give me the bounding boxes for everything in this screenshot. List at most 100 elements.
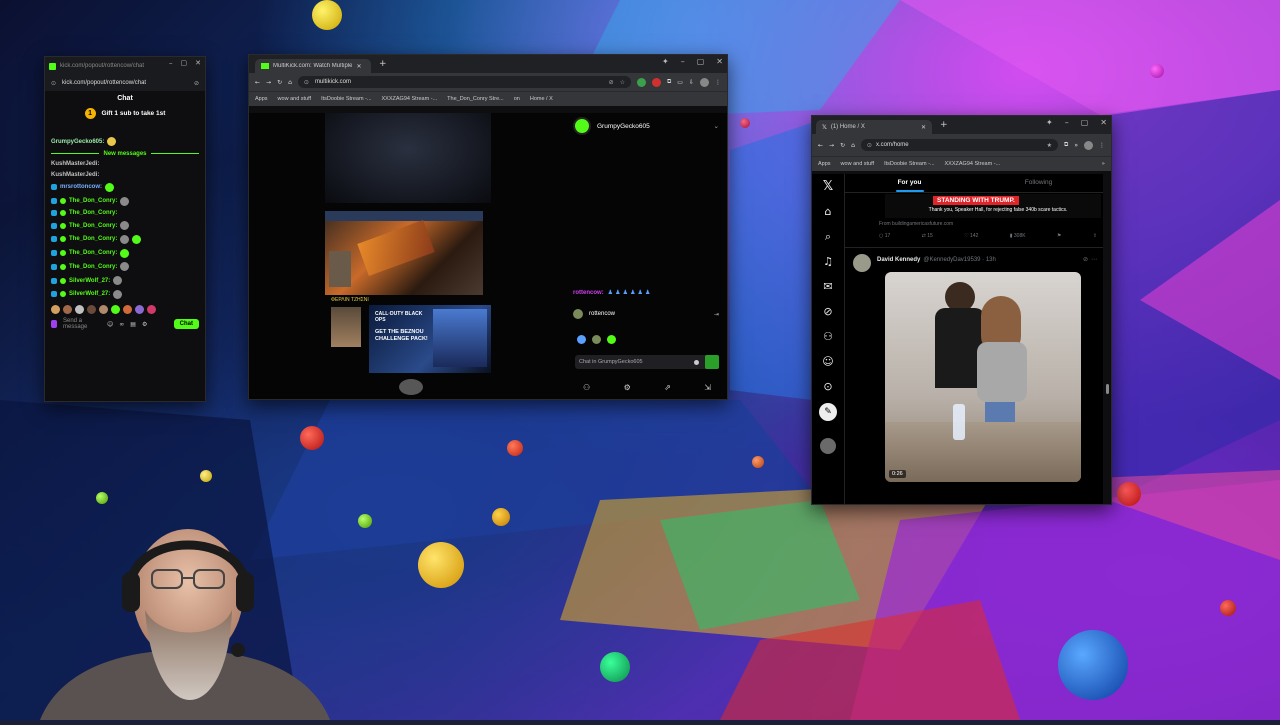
- chat-username[interactable]: The_Don_Conry:: [69, 264, 117, 270]
- bookmark-item[interactable]: XXXZAG94 Stream -...: [945, 161, 1001, 167]
- popout-icon[interactable]: ⇗: [664, 383, 671, 392]
- profile-avatar[interactable]: [700, 77, 709, 87]
- chat-user2[interactable]: rottencow: [589, 311, 615, 317]
- emoji-icon[interactable]: ☺: [107, 321, 113, 328]
- bookmark-item[interactable]: on: [514, 96, 520, 102]
- menu-kebab-icon[interactable]: ⋮: [1099, 142, 1105, 149]
- messages-envelope-icon[interactable]: ✉: [812, 274, 844, 299]
- bookmark-item[interactable]: XXXZAG94 Stream -...: [382, 96, 438, 102]
- reload-icon[interactable]: ↻: [277, 79, 282, 86]
- settings-gear-icon[interactable]: ⚙: [624, 383, 631, 392]
- chat-username[interactable]: SilverWolf_27:: [69, 291, 110, 297]
- banner-source[interactable]: From buildingamericasfuture.com: [879, 221, 953, 227]
- chat-username[interactable]: The_Don_Conry:: [69, 198, 117, 204]
- exit-icon[interactable]: ⇲: [704, 383, 711, 392]
- x-logo-icon[interactable]: 𝕏: [812, 174, 844, 199]
- extensions-puzzle-icon[interactable]: ⧉: [667, 78, 671, 86]
- address-bar[interactable]: ⊙ multikick.com ⊘ ☆: [297, 76, 631, 88]
- send-button[interactable]: [705, 355, 719, 369]
- bookmark-star-icon[interactable]: ☆: [620, 79, 625, 86]
- emote-icon[interactable]: [63, 305, 72, 315]
- new-tab-icon[interactable]: +: [940, 120, 948, 130]
- bookmark-item[interactable]: ItsDoobie Stream -...: [321, 96, 371, 102]
- tab-multikick[interactable]: MultiKick.com: Watch Multiple ✕: [255, 59, 371, 73]
- scrollbar-thumb[interactable]: [1106, 384, 1109, 394]
- microphone-icon[interactable]: [51, 320, 57, 329]
- home-icon[interactable]: ⌂: [288, 79, 292, 86]
- pin-icon[interactable]: ⇥: [714, 311, 719, 318]
- eye-slash-icon[interactable]: ⊘: [609, 79, 614, 86]
- menu-kebab-icon[interactable]: ⋮: [715, 79, 721, 86]
- tab-x-home[interactable]: 𝕏 (1) Home / X ✕: [816, 120, 932, 134]
- reload-icon[interactable]: ↻: [840, 142, 845, 149]
- streamer-name[interactable]: GrumpyGecko605: [597, 123, 650, 130]
- account-avatar[interactable]: [812, 438, 844, 463]
- bookmark-apps[interactable]: Apps: [255, 96, 268, 102]
- chat-username[interactable]: KushMasterJedi:: [51, 172, 99, 178]
- bookmark-item[interactable]: The_Don_Conry Stre...: [447, 96, 504, 102]
- communities-icon[interactable]: ⚇: [812, 324, 844, 349]
- stream-video-top[interactable]: [325, 113, 491, 203]
- extension-icon[interactable]: [637, 77, 646, 87]
- chat-send-button[interactable]: Chat: [173, 319, 199, 330]
- chat-username[interactable]: mrsrottoncow:: [60, 184, 102, 190]
- post-video[interactable]: 0:26: [885, 272, 1081, 482]
- tab-close-icon[interactable]: ✕: [921, 124, 926, 131]
- like-action[interactable]: ♡ 142: [964, 233, 978, 239]
- repost-action[interactable]: ⇄ 15: [922, 233, 933, 239]
- address-bar[interactable]: ⊙ x.com/home ★: [860, 139, 1059, 151]
- emote-icon[interactable]: [123, 305, 132, 315]
- gameplay-video[interactable]: [325, 211, 483, 295]
- share-icon[interactable]: ⇧: [1093, 233, 1097, 239]
- eye-slash-icon[interactable]: ⊘: [194, 80, 199, 87]
- search-icon[interactable]: ⌕: [812, 224, 844, 249]
- emote-icon[interactable]: [87, 305, 96, 315]
- author-avatar[interactable]: [853, 254, 871, 272]
- chat-username[interactable]: The_Don_Conry:: [69, 250, 117, 256]
- minimize-icon[interactable]: –: [681, 57, 685, 66]
- clipboard-icon[interactable]: ▤: [130, 321, 136, 328]
- grok-icon[interactable]: ⊘: [1083, 256, 1088, 263]
- add-user-icon[interactable]: ⚇: [583, 383, 590, 392]
- emoji-icon[interactable]: [694, 359, 699, 365]
- chat-username[interactable]: rottencow:: [573, 290, 604, 296]
- streamer-avatar[interactable]: [573, 117, 591, 135]
- bookmark-item[interactable]: wow and stuff: [841, 161, 875, 167]
- extensions-puzzle-icon[interactable]: ⧉: [1064, 141, 1068, 149]
- chat-username[interactable]: SilverWolf_27:: [69, 278, 110, 284]
- bookmark-icon[interactable]: ⚑: [1057, 233, 1061, 239]
- kick-chat-url[interactable]: kick.com/popout/rottencow/chat: [62, 80, 188, 86]
- chat-username[interactable]: The_Don_Conry:: [69, 210, 117, 216]
- notifications-bell-icon[interactable]: ♫: [812, 249, 844, 274]
- chat-username[interactable]: The_Don_Conry:: [69, 223, 117, 229]
- chat-username[interactable]: The_Don_Conry:: [69, 236, 117, 242]
- maximize-icon[interactable]: ▢: [697, 57, 705, 66]
- close-icon[interactable]: ✕: [716, 57, 723, 66]
- emote-icon[interactable]: [99, 305, 108, 315]
- sidebar-icon[interactable]: ▭: [677, 79, 683, 86]
- back-arrow-icon[interactable]: ←: [255, 79, 260, 86]
- home-icon[interactable]: ⌂: [812, 199, 844, 224]
- profile-avatar[interactable]: [1084, 140, 1093, 150]
- more-circle-icon[interactable]: ⊙: [812, 374, 844, 399]
- grok-icon[interactable]: ⊘: [812, 299, 844, 324]
- bookmark-item[interactable]: ItsDoobie Stream -...: [884, 161, 934, 167]
- kick-chat-tab-title[interactable]: kick.com/popout/rottencow/chat: [60, 63, 144, 69]
- minimize-icon[interactable]: –: [1065, 118, 1069, 127]
- bookmark-item[interactable]: wow and stuff: [278, 96, 312, 102]
- profile-icon[interactable]: ☺: [812, 349, 844, 374]
- close-icon[interactable]: ✕: [195, 59, 201, 67]
- chat-username[interactable]: KushMasterJedi:: [51, 161, 99, 167]
- emote-icon[interactable]: [147, 305, 156, 315]
- extension-pin-icon[interactable]: ✦: [662, 57, 669, 66]
- close-icon[interactable]: ✕: [1100, 118, 1107, 127]
- link-icon[interactable]: ∞: [119, 321, 124, 328]
- emote-icon[interactable]: [51, 305, 60, 315]
- ad-banner[interactable]: STANDING WITH TRUMP. Thank you, Speaker …: [885, 194, 1101, 218]
- forward-arrow-icon[interactable]: →: [266, 79, 271, 86]
- forward-arrow-icon[interactable]: →: [829, 142, 834, 149]
- extension-pin-icon[interactable]: ✦: [1046, 118, 1053, 127]
- views-action[interactable]: ▮ 308K: [1010, 233, 1026, 239]
- back-arrow-icon[interactable]: ←: [818, 142, 823, 149]
- chat-input[interactable]: Send a message: [63, 318, 101, 330]
